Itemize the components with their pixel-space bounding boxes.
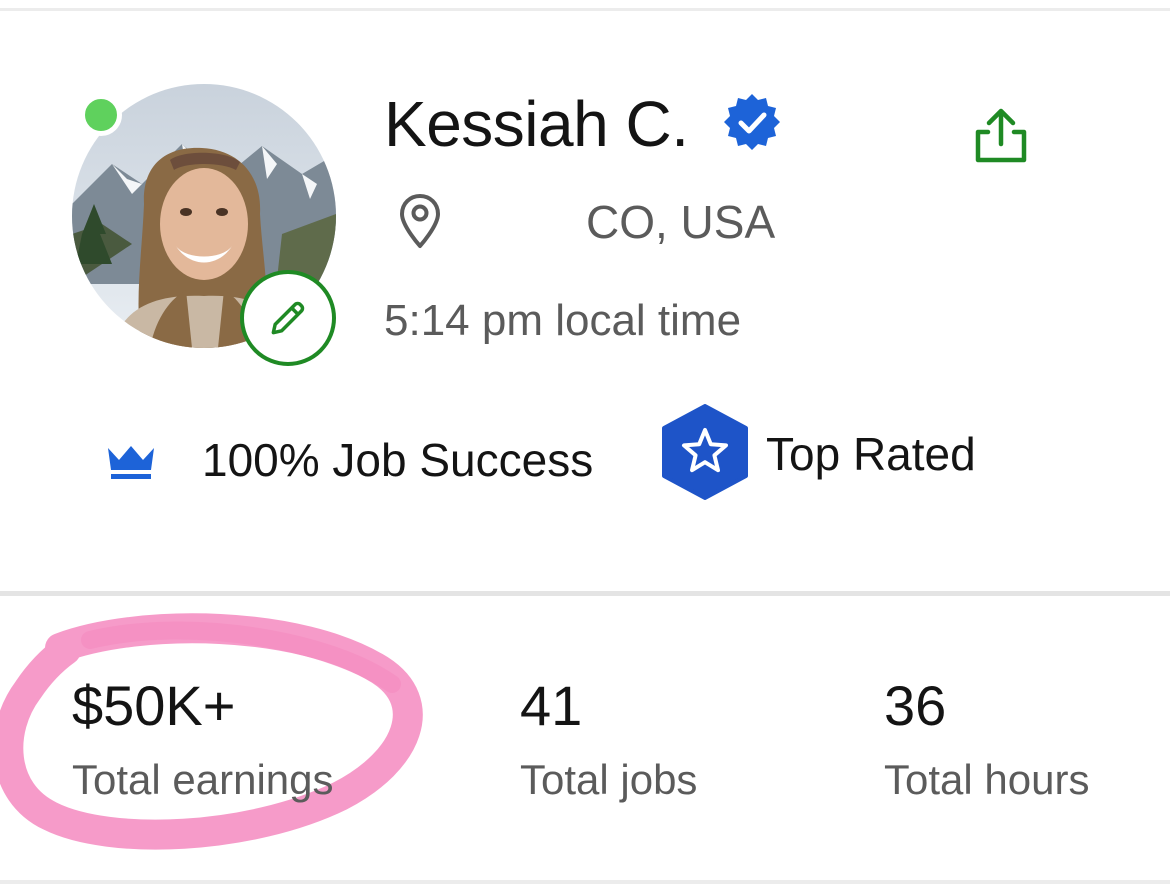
stat-total-hours: 36 Total hours <box>884 672 1089 806</box>
stat-total-earnings: $50K+ Total earnings <box>72 672 334 806</box>
top-divider <box>0 8 1170 11</box>
stat-value: $50K+ <box>72 674 236 737</box>
stat-label: Total hours <box>884 756 1090 803</box>
stat-value: 41 <box>520 674 583 737</box>
stat-label: Total jobs <box>520 756 698 803</box>
profile-avatar-container <box>72 84 336 366</box>
profile-name: Kessiah C. <box>384 88 689 160</box>
edit-avatar-button[interactable] <box>240 270 336 366</box>
profile-location: CO, USA <box>586 196 776 248</box>
stat-total-jobs: 41 Total jobs <box>520 672 697 806</box>
share-button[interactable] <box>968 104 1034 170</box>
local-time: 5:14 pm local time <box>384 296 742 345</box>
section-divider <box>0 591 1170 596</box>
pencil-icon <box>271 301 305 335</box>
top-rated-badge: Top Rated <box>766 428 976 480</box>
map-pin-icon <box>400 194 440 248</box>
stat-value: 36 <box>884 674 947 737</box>
verified-badge-icon <box>724 94 780 150</box>
crown-icon <box>108 446 154 479</box>
stat-label: Total earnings <box>72 756 334 803</box>
bottom-divider <box>0 880 1170 884</box>
online-status-dot <box>80 94 122 136</box>
star-badge-icon <box>662 404 748 500</box>
job-success-badge: 100% Job Success <box>202 434 594 486</box>
share-icon <box>975 108 1027 163</box>
